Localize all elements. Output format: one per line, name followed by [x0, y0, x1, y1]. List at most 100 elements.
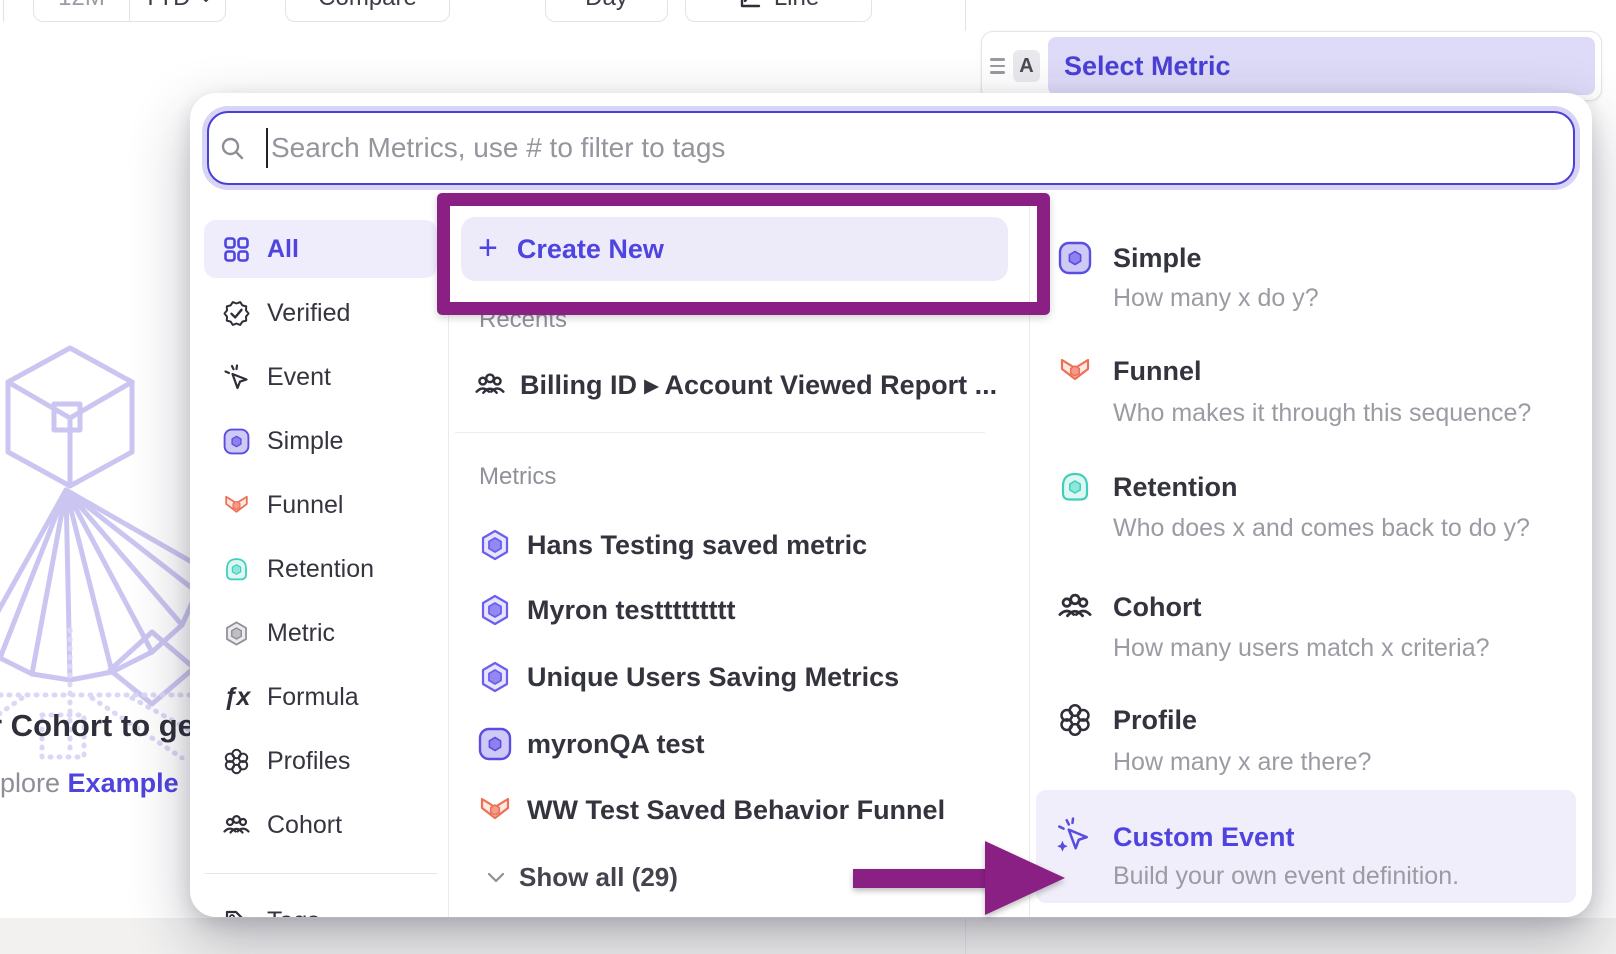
type-cohort-desc: How many users match x criteria? [1113, 633, 1490, 663]
type-profile-desc: How many x are there? [1113, 747, 1371, 777]
sidebar-label: Verified [267, 299, 350, 328]
metric-item-label: WW Test Saved Behavior Funnel [527, 795, 945, 826]
metric-hexagon-icon [223, 620, 250, 647]
chart-type-button[interactable]: Line [685, 0, 872, 22]
annotation-arrow-head [985, 841, 1065, 915]
metric-list-item[interactable]: myronQA test [478, 727, 705, 761]
metric-item-label: Myron testtttttttt [527, 595, 735, 626]
sidebar-item-funnel[interactable]: Funnel [190, 473, 448, 537]
profiles-icon [223, 748, 250, 775]
metric-list-item[interactable]: Hans Testing saved metric [478, 528, 867, 562]
empty-state-link-line: plore Example [0, 768, 179, 799]
type-funnel[interactable]: Funnel [1113, 354, 1202, 388]
funnel-icon [1058, 354, 1092, 388]
sidebar-item-verified[interactable]: Verified [190, 281, 448, 345]
search-icon [219, 135, 245, 161]
simple-icon [223, 428, 250, 455]
search-field[interactable] [207, 111, 1575, 185]
tag-icon [223, 908, 250, 918]
example-link[interactable]: Example [68, 768, 179, 798]
funnel-icon [223, 492, 250, 519]
type-custom-event-desc: Build your own event definition. [1113, 861, 1459, 891]
metric-list-item[interactable]: Myron testtttttttt [478, 593, 735, 627]
text-cursor [266, 128, 268, 168]
panel-divider-bottom [965, 918, 966, 954]
type-cohort[interactable]: Cohort [1113, 590, 1201, 624]
simple-icon [1058, 241, 1092, 275]
retention-icon [223, 556, 250, 583]
chart-type-label: Line [774, 0, 819, 12]
sidebar-item-formula[interactable]: ƒx Formula [190, 665, 448, 729]
sidebar-item-cohort[interactable]: Cohort [190, 793, 448, 857]
metrics-heading: Metrics [479, 463, 556, 491]
panel-divider-top [965, 0, 966, 31]
chevron-down-icon [487, 872, 505, 883]
type-custom-event[interactable]: Custom Event [1113, 820, 1295, 854]
sidebar-label: Formula [267, 683, 359, 712]
row-badge: A [1013, 50, 1040, 82]
metric-item-label: Unique Users Saving Metrics [527, 662, 899, 693]
type-funnel-desc: Who makes it through this sequence? [1113, 398, 1531, 428]
funnel-icon [478, 793, 512, 827]
profiles-icon [1058, 703, 1092, 737]
retention-icon [1058, 470, 1092, 504]
chart-axis-line [3, 0, 4, 22]
sidebar-item-metric[interactable]: Metric [190, 601, 448, 665]
recent-item[interactable]: Billing ID ▸ Account Viewed Report ... [475, 368, 997, 402]
sidebar-item-simple[interactable]: Simple [190, 409, 448, 473]
chevron-down-icon [199, 0, 213, 3]
metric-item-label: Hans Testing saved metric [527, 530, 867, 561]
sidebar-label: Profiles [267, 747, 350, 776]
type-simple[interactable]: Simple [1113, 241, 1202, 275]
sidebar-label: Funnel [267, 491, 343, 520]
empty-state-illustration [0, 330, 197, 760]
sidebar-label: Cohort [267, 811, 342, 840]
sidebar-item-all[interactable]: All [204, 220, 437, 278]
annotation-box [437, 193, 1050, 315]
metric-item-label: myronQA test [527, 729, 705, 760]
grid-icon [223, 236, 250, 263]
annotation-arrow [853, 869, 993, 888]
sidebar-label: Metric [267, 619, 335, 648]
range-12m-button[interactable]: 12M [34, 0, 129, 21]
cohort-icon [1058, 590, 1092, 624]
sidebar-label: Simple [267, 427, 343, 456]
sidebar-item-profiles[interactable]: Profiles [190, 729, 448, 793]
sidebar-item-tags[interactable]: Tags [190, 889, 448, 917]
recent-item-label: Billing ID ▸ Account Viewed Report ... [520, 370, 997, 401]
event-cursor-icon [223, 364, 250, 391]
recents-divider [455, 432, 985, 433]
metric-list-item[interactable]: WW Test Saved Behavior Funnel [478, 793, 945, 827]
line-chart-icon [738, 0, 762, 10]
drag-handle-icon[interactable] [990, 58, 1005, 74]
compare-button[interactable]: Compare [285, 0, 450, 22]
sidebar-item-retention[interactable]: Retention [190, 537, 448, 601]
select-metric-button[interactable]: Select Metric [1048, 37, 1595, 95]
range-ytd-button[interactable]: YTD [129, 0, 225, 21]
type-profile[interactable]: Profile [1113, 703, 1197, 737]
simple-icon [478, 727, 512, 761]
type-retention-desc: Who does x and comes back to do y? [1113, 513, 1530, 543]
sidebar-label: Event [267, 363, 331, 392]
link-prefix: plore [0, 768, 68, 798]
metric-query-row: A Select Metric [981, 31, 1602, 101]
sidebar-section-divider [204, 873, 437, 874]
metric-hexagon-icon [478, 528, 512, 562]
sidebar-label: Retention [267, 555, 374, 584]
search-focus-ring [202, 106, 1580, 190]
show-all-label: Show all (29) [519, 862, 678, 893]
metric-list-item[interactable]: Unique Users Saving Metrics [478, 660, 899, 694]
granularity-label: Day [585, 0, 628, 12]
sidebar-label: Tags [267, 907, 320, 918]
date-range-control[interactable]: 12M YTD [33, 0, 226, 22]
search-input[interactable] [271, 113, 1553, 183]
granularity-button[interactable]: Day [545, 0, 668, 22]
show-all-button[interactable]: Show all (29) [487, 860, 678, 894]
compare-label: Compare [318, 0, 417, 12]
category-sidebar: All Verified Event Simple [190, 217, 448, 917]
sidebar-item-event[interactable]: Event [190, 345, 448, 409]
verified-seal-icon [223, 300, 250, 327]
type-retention[interactable]: Retention [1113, 470, 1238, 504]
page-bottom-band [0, 918, 1616, 954]
app: 12M YTD Compare Day Line A Select Metric [0, 0, 1616, 954]
